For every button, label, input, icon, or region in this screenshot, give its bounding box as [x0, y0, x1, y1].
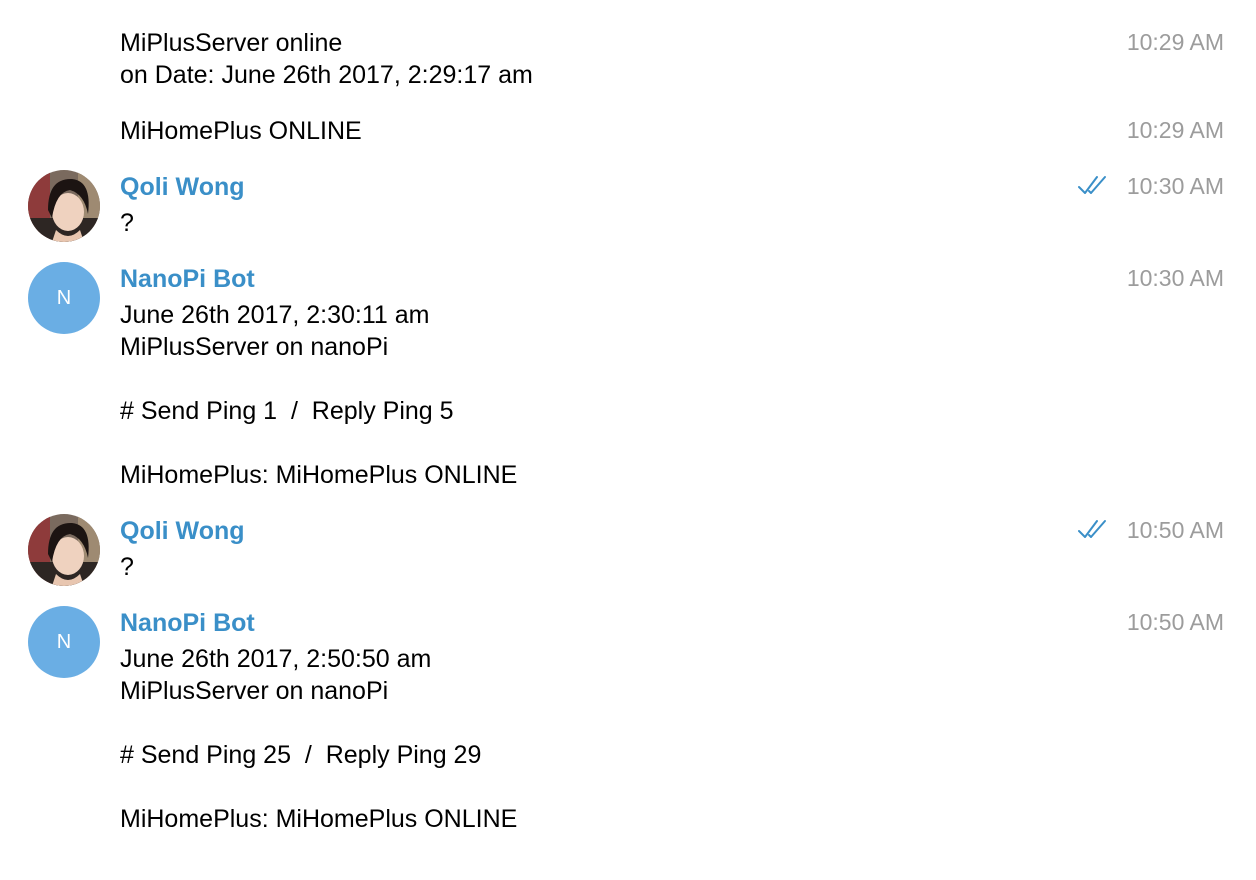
double-check-icon: [1078, 176, 1106, 194]
sender-name[interactable]: NanoPi Bot: [120, 607, 255, 639]
message-time: 10:30 AM: [1126, 173, 1224, 199]
message-time: 10:30 AM: [1126, 265, 1224, 291]
message-text: MiHomePlus ONLINE: [120, 117, 362, 145]
message-text: MiPlusServer online on Date: June 26th 2…: [120, 29, 533, 89]
user-photo-avatar[interactable]: [28, 514, 100, 586]
bot-avatar[interactable]: N: [28, 262, 100, 334]
user-photo-avatar[interactable]: [28, 170, 100, 242]
message-qoli-wong-1[interactable]: Qoli Wong ? 10:30 AM: [0, 156, 1256, 248]
message-qoli-wong-2[interactable]: Qoli Wong ? 10:50 AM: [0, 500, 1256, 592]
bot-avatar[interactable]: N: [28, 606, 100, 678]
message-time: 10:50 AM: [1126, 517, 1224, 543]
message-system-1[interactable]: MiPlusServer online on Date: June 26th 2…: [0, 0, 1256, 100]
message-text: June 26th 2017, 2:50:50 am MiPlusServer …: [120, 645, 518, 833]
message-text: June 26th 2017, 2:30:11 am MiPlusServer …: [120, 301, 518, 489]
double-check-icon: [1078, 520, 1106, 538]
user-photo-avatar-image: [28, 514, 100, 586]
message-time: 10:50 AM: [1126, 609, 1224, 635]
message-text: ?: [120, 209, 134, 237]
message-nanopi-bot-2[interactable]: N NanoPi Bot June 26th 2017, 2:50:50 am …: [0, 592, 1256, 852]
sender-name[interactable]: Qoli Wong: [120, 171, 245, 203]
user-photo-avatar-image: [28, 170, 100, 242]
message-text: ?: [120, 553, 134, 581]
message-nanopi-bot-1[interactable]: N NanoPi Bot June 26th 2017, 2:30:11 am …: [0, 248, 1256, 500]
message-time: 10:29 AM: [1126, 29, 1224, 55]
message-system-2[interactable]: MiHomePlus ONLINE 10:29 AM: [0, 100, 1256, 156]
message-time: 10:29 AM: [1126, 117, 1224, 143]
sender-name[interactable]: NanoPi Bot: [120, 263, 255, 295]
sender-name[interactable]: Qoli Wong: [120, 515, 245, 547]
